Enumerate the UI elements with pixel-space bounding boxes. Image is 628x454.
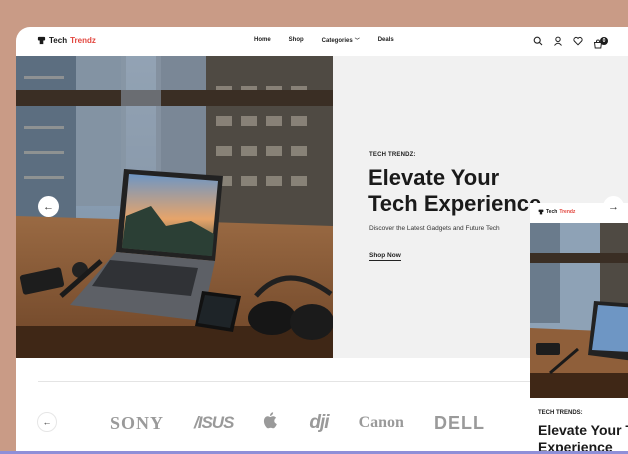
logo-icon bbox=[538, 209, 544, 215]
shop-now-link[interactable]: Shop Now bbox=[369, 252, 401, 261]
preview-headline: Elevate Your T Experience bbox=[538, 422, 628, 454]
preview-eyebrow: TECH TRENDS: bbox=[538, 410, 583, 416]
arrow-right-icon: → bbox=[608, 200, 619, 213]
brand-logo-apple[interactable] bbox=[263, 411, 279, 435]
main-menu: Home Shop Categories ﹀ Deals bbox=[254, 37, 394, 44]
brand-logos-row: SONY /ISUS dji Canon DELL bbox=[110, 411, 515, 435]
preview-logo-accent: Trendz bbox=[559, 209, 576, 215]
arrow-left-icon: ← bbox=[42, 417, 52, 427]
brand-logo-asus[interactable]: /ISUS bbox=[194, 413, 234, 433]
top-navbar: Tech Trendz Home Shop Categories ﹀ Deals … bbox=[16, 27, 628, 56]
preview-site-logo[interactable]: Tech Trendz bbox=[538, 209, 575, 215]
logo-icon bbox=[37, 36, 46, 45]
cart-button[interactable]: 0 bbox=[593, 36, 609, 49]
brand-logo-sony[interactable]: SONY bbox=[110, 413, 164, 434]
brands-prev-button[interactable]: ← bbox=[37, 412, 57, 432]
preview-logo-primary: Tech bbox=[546, 209, 558, 215]
preview-hero-illustration bbox=[530, 223, 628, 398]
cart-count-badge: 0 bbox=[600, 37, 608, 45]
hero-prev-button[interactable]: ← bbox=[38, 196, 59, 217]
brand-logo-canon[interactable]: Canon bbox=[359, 414, 404, 432]
logo-text-accent: Trendz bbox=[70, 36, 96, 45]
nav-actions: 0 bbox=[533, 36, 609, 49]
brand-logo-dell[interactable]: DELL bbox=[434, 413, 485, 434]
user-icon[interactable] bbox=[553, 36, 563, 46]
hero-image-illustration bbox=[16, 56, 333, 358]
nav-item-shop[interactable]: Shop bbox=[289, 37, 304, 44]
site-logo[interactable]: Tech Trendz bbox=[37, 36, 96, 45]
preview-headline-line-1: Elevate Your T bbox=[538, 422, 628, 438]
heart-icon[interactable] bbox=[573, 36, 583, 46]
nav-item-categories[interactable]: Categories ﹀ bbox=[322, 37, 360, 44]
brand-logo-dji[interactable]: dji bbox=[309, 412, 329, 434]
hero-image: ← bbox=[16, 56, 333, 358]
nav-item-deals[interactable]: Deals bbox=[378, 37, 394, 44]
search-icon[interactable] bbox=[533, 36, 543, 46]
logo-text-primary: Tech bbox=[49, 36, 68, 45]
hero-eyebrow: TECH TRENDZ: bbox=[369, 152, 416, 158]
apple-logo-icon bbox=[264, 412, 278, 429]
arrow-left-icon: ← bbox=[43, 200, 54, 213]
hero-next-button[interactable]: → bbox=[603, 196, 624, 217]
chevron-down-icon: ﹀ bbox=[354, 38, 360, 44]
nav-item-categories-label: Categories bbox=[321, 38, 353, 44]
preview-hero-image bbox=[530, 223, 628, 398]
mobile-preview-window: Tech Trendz TECH TRENDS: Elevate Your T … bbox=[530, 203, 628, 454]
hero-headline-line-1: Elevate Your bbox=[368, 165, 500, 190]
nav-item-home[interactable]: Home bbox=[254, 37, 271, 44]
hero-subline: Discover the Latest Gadgets and Future T… bbox=[369, 225, 500, 232]
